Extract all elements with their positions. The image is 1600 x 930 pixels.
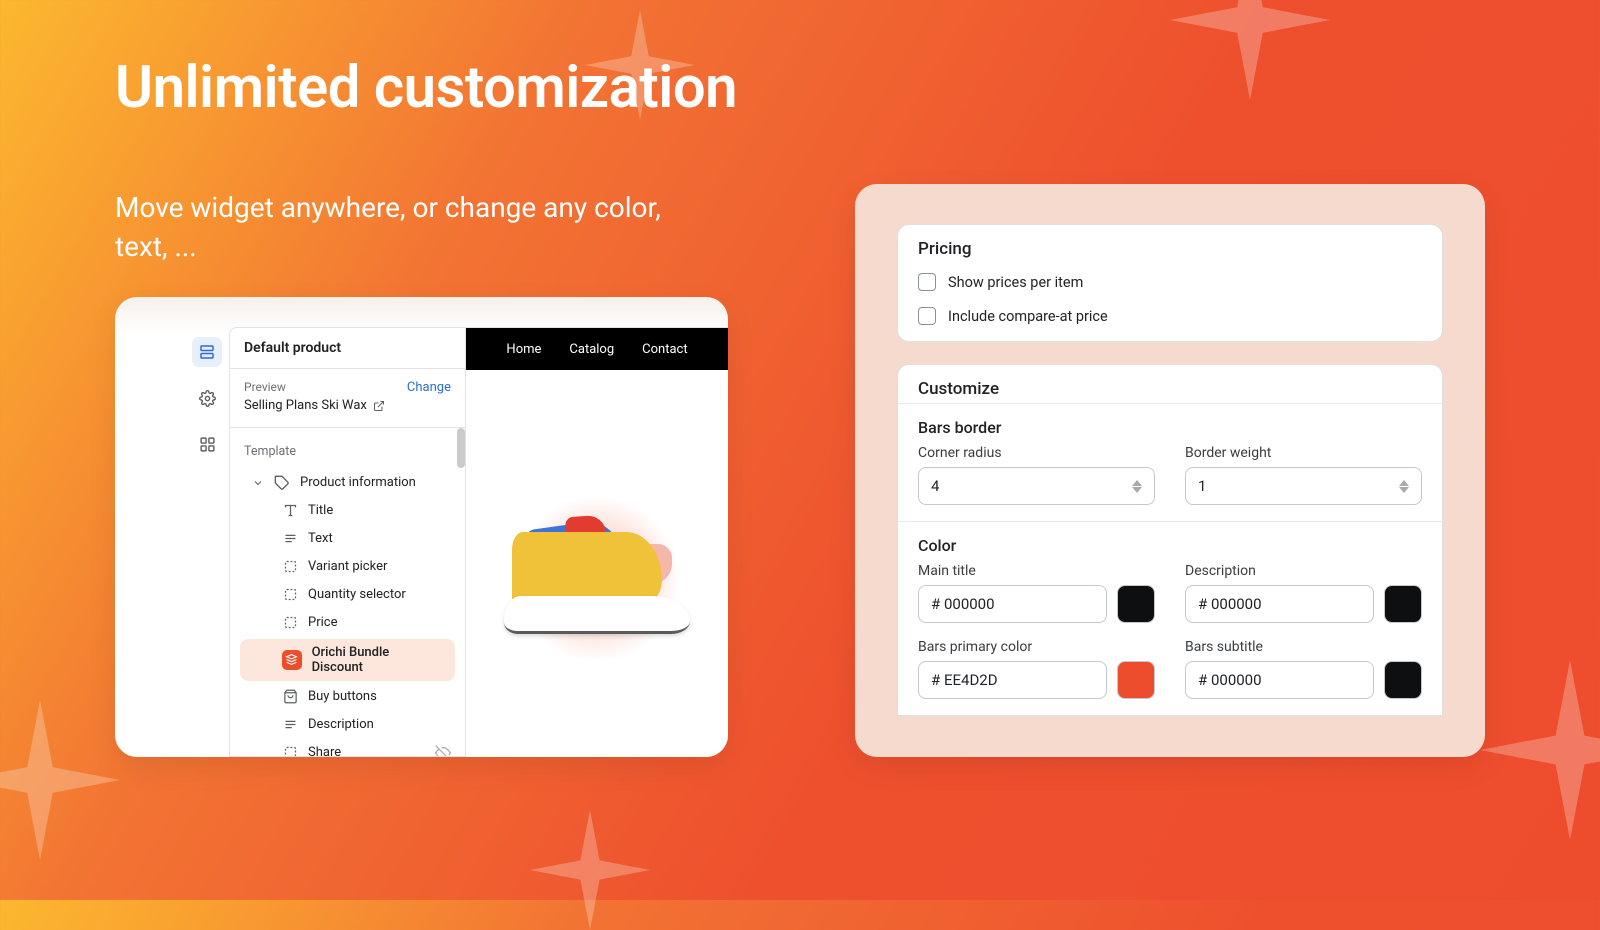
input-value: # 000000 bbox=[1198, 671, 1262, 689]
block-description[interactable]: Description bbox=[230, 711, 465, 739]
change-preview-link[interactable]: Change bbox=[407, 378, 451, 398]
apps-rail-button[interactable] bbox=[192, 429, 222, 459]
checkbox-icon[interactable] bbox=[918, 273, 936, 291]
section-label: Product information bbox=[300, 475, 416, 490]
component-icon bbox=[283, 745, 298, 756]
nav-contact[interactable]: Contact bbox=[642, 342, 687, 357]
main-title-color-swatch[interactable] bbox=[1117, 585, 1155, 623]
preview-product-name: Selling Plans Ski Wax bbox=[244, 396, 367, 416]
checkbox-label: Include compare-at price bbox=[948, 308, 1108, 325]
template-label: Template bbox=[230, 440, 465, 469]
sections-icon bbox=[198, 343, 216, 361]
block-buy-buttons[interactable]: Buy buttons bbox=[230, 683, 465, 711]
text-lines-icon bbox=[283, 717, 298, 732]
chevron-down-icon bbox=[252, 477, 264, 489]
corner-radius-input[interactable]: 4 bbox=[918, 467, 1155, 505]
description-color-label: Description bbox=[1185, 563, 1422, 579]
block-label: Variant picker bbox=[308, 559, 387, 574]
block-label: Text bbox=[308, 531, 333, 546]
customize-title: Customize bbox=[898, 365, 1442, 404]
block-variant-picker[interactable]: Variant picker bbox=[230, 553, 465, 581]
bars-primary-color-swatch[interactable] bbox=[1117, 661, 1155, 699]
apps-icon bbox=[199, 436, 216, 453]
text-lines-icon bbox=[283, 531, 298, 546]
input-value: # 000000 bbox=[1198, 595, 1262, 613]
type-icon bbox=[283, 503, 298, 518]
show-prices-checkbox-row[interactable]: Show prices per item bbox=[898, 265, 1442, 299]
settings-rail-button[interactable] bbox=[192, 383, 222, 413]
block-label: Buy buttons bbox=[308, 689, 377, 704]
cart-icon bbox=[283, 689, 298, 704]
bars-primary-color-input[interactable]: # EE4D2D bbox=[918, 661, 1107, 699]
component-icon bbox=[283, 615, 298, 630]
hidden-icon bbox=[435, 745, 451, 757]
customize-panel: Customize Bars border Corner radius 4 Bo… bbox=[897, 364, 1443, 716]
editor-sidebar: Default product Preview Selling Plans Sk… bbox=[229, 327, 466, 757]
border-weight-input[interactable]: 1 bbox=[1185, 467, 1422, 505]
block-price[interactable]: Price bbox=[230, 609, 465, 637]
bars-primary-color-label: Bars primary color bbox=[918, 639, 1155, 655]
block-text[interactable]: Text bbox=[230, 525, 465, 553]
component-icon bbox=[283, 559, 298, 574]
tag-icon bbox=[274, 475, 290, 491]
block-label: Quantity selector bbox=[308, 587, 406, 602]
block-orichi-bundle[interactable]: Orichi Bundle Discount bbox=[240, 639, 455, 681]
nav-catalog[interactable]: Catalog bbox=[569, 342, 614, 357]
pricing-panel: Pricing Show prices per item Include com… bbox=[897, 224, 1443, 342]
bundle-app-icon bbox=[285, 653, 298, 666]
bars-subtitle-color-swatch[interactable] bbox=[1384, 661, 1422, 699]
storefront-preview: Home Catalog Contact bbox=[466, 327, 728, 757]
description-color-swatch[interactable] bbox=[1384, 585, 1422, 623]
storefront-nav: Home Catalog Contact bbox=[466, 328, 728, 370]
stepper-icon[interactable] bbox=[1399, 480, 1409, 493]
editor-rail bbox=[187, 327, 227, 459]
product-image bbox=[502, 514, 692, 644]
input-value: 4 bbox=[931, 477, 939, 495]
block-share[interactable]: Share bbox=[230, 739, 465, 757]
border-weight-label: Border weight bbox=[1185, 445, 1422, 461]
main-title-color-label: Main title bbox=[918, 563, 1155, 579]
checkbox-icon[interactable] bbox=[918, 307, 936, 325]
bars-border-heading: Bars border bbox=[898, 404, 1442, 441]
customization-settings-card: Pricing Show prices per item Include com… bbox=[855, 184, 1485, 757]
compare-at-checkbox-row[interactable]: Include compare-at price bbox=[898, 299, 1442, 341]
stepper-icon[interactable] bbox=[1132, 480, 1142, 493]
gear-icon bbox=[199, 390, 216, 407]
block-quantity[interactable]: Quantity selector bbox=[230, 581, 465, 609]
block-title[interactable]: Title bbox=[230, 497, 465, 525]
pricing-title: Pricing bbox=[898, 225, 1442, 265]
external-link-icon bbox=[373, 400, 385, 412]
input-value: # 000000 bbox=[931, 595, 995, 613]
nav-home[interactable]: Home bbox=[506, 342, 541, 357]
input-value: 1 bbox=[1198, 477, 1206, 495]
block-label: Orichi Bundle Discount bbox=[312, 645, 441, 675]
bars-subtitle-color-label: Bars subtitle bbox=[1185, 639, 1422, 655]
component-icon bbox=[283, 587, 298, 602]
sections-rail-button[interactable] bbox=[192, 337, 222, 367]
block-label: Description bbox=[308, 717, 374, 732]
input-value: # EE4D2D bbox=[931, 671, 998, 689]
checkbox-label: Show prices per item bbox=[948, 274, 1083, 291]
section-product-information[interactable]: Product information bbox=[230, 469, 465, 497]
bars-subtitle-color-input[interactable]: # 000000 bbox=[1185, 661, 1374, 699]
preview-selector[interactable]: Preview Selling Plans Ski Wax Change bbox=[230, 369, 465, 428]
page-subtitle: Move widget anywhere, or change any colo… bbox=[115, 188, 675, 266]
block-label: Share bbox=[308, 745, 341, 756]
theme-editor-card: Default product Preview Selling Plans Sk… bbox=[115, 297, 728, 757]
page-title: Unlimited customization bbox=[115, 54, 737, 122]
corner-radius-label: Corner radius bbox=[918, 445, 1155, 461]
main-title-color-input[interactable]: # 000000 bbox=[918, 585, 1107, 623]
description-color-input[interactable]: # 000000 bbox=[1185, 585, 1374, 623]
sidebar-header: Default product bbox=[230, 328, 465, 369]
block-label: Title bbox=[308, 503, 333, 518]
block-label: Price bbox=[308, 615, 337, 630]
sidebar-scrollbar[interactable] bbox=[457, 428, 465, 468]
color-heading: Color bbox=[898, 522, 1442, 559]
